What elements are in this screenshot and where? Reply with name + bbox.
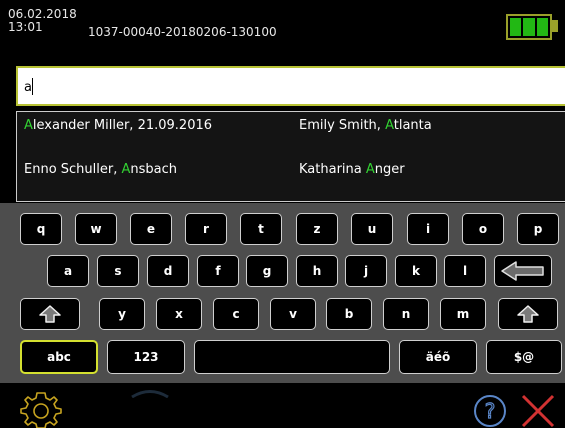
suggestion-suffix: lexander Miller, 21.09.2016: [32, 118, 213, 133]
search-input[interactable]: [24, 77, 544, 97]
symbols-key[interactable]: $@: [486, 340, 562, 374]
key-p[interactable]: p: [517, 213, 559, 245]
key-s[interactable]: s: [97, 255, 139, 287]
key-x[interactable]: x: [156, 298, 202, 330]
battery-tip: [552, 20, 558, 32]
key-i[interactable]: i: [407, 213, 449, 245]
close-icon[interactable]: [518, 393, 558, 428]
decorative-arc: [131, 390, 169, 398]
umlaut-key[interactable]: äéõ: [399, 340, 477, 374]
key-k[interactable]: k: [395, 255, 437, 287]
key-m[interactable]: m: [440, 298, 486, 330]
key-y[interactable]: y: [99, 298, 145, 330]
key-u[interactable]: u: [351, 213, 393, 245]
shift-icon: [517, 305, 539, 323]
battery-cell: [510, 18, 522, 36]
abc-key[interactable]: abc: [20, 340, 98, 374]
key-n[interactable]: n: [383, 298, 429, 330]
key-l[interactable]: l: [444, 255, 486, 287]
suggestion-suffix: tlanta: [393, 118, 432, 133]
suggestion-item[interactable]: Katharina Anger: [299, 162, 405, 177]
key-a[interactable]: a: [47, 255, 89, 287]
suggestion-item[interactable]: Enno Schuller, Ansbach: [24, 162, 177, 177]
key-j[interactable]: j: [345, 255, 387, 287]
key-f[interactable]: f: [197, 255, 239, 287]
help-icon[interactable]: ?: [472, 393, 508, 428]
key-w[interactable]: w: [75, 213, 117, 245]
record-id: 1037-00040-20180206-130100: [88, 25, 277, 39]
key-z[interactable]: z: [296, 213, 338, 245]
key-q[interactable]: q: [20, 213, 62, 245]
key-g[interactable]: g: [246, 255, 288, 287]
shift-icon: [39, 305, 61, 323]
space-key[interactable]: [194, 340, 390, 374]
status-bar: 06.02.2018 13:01 1037-00040-20180206-130…: [0, 0, 565, 52]
key-c[interactable]: c: [213, 298, 259, 330]
svg-text:?: ?: [485, 399, 496, 423]
suggestion-prefix: Emily Smith,: [299, 118, 386, 133]
suggestion-prefix: Katharina: [299, 162, 366, 177]
keyboard: q w e r t z u i o p a s d f g h j k l y …: [0, 203, 565, 383]
suggestion-item[interactable]: Emily Smith, Atlanta: [299, 118, 432, 133]
suggestion-match: A: [24, 118, 33, 133]
suggestion-prefix: Enno Schuller,: [24, 162, 122, 177]
battery-icon: [506, 14, 552, 40]
key-h[interactable]: h: [296, 255, 338, 287]
time-label: 13:01: [8, 20, 43, 34]
search-field[interactable]: [16, 66, 565, 106]
battery-cell: [536, 18, 548, 36]
numbers-key[interactable]: 123: [107, 340, 185, 374]
suggestion-item[interactable]: Alexander Miller, 21.09.2016: [24, 118, 212, 133]
key-e[interactable]: e: [130, 213, 172, 245]
suggestion-suffix: nsbach: [130, 162, 178, 177]
key-r[interactable]: r: [185, 213, 227, 245]
shift-key-right[interactable]: [498, 298, 558, 330]
suggestion-match: A: [365, 162, 375, 177]
key-v[interactable]: v: [270, 298, 316, 330]
date-time: 06.02.2018 13:01: [8, 8, 77, 34]
suggestion-match: A: [385, 118, 394, 133]
suggestion-list: Alexander Miller, 21.09.2016 Emily Smith…: [16, 111, 565, 202]
backspace-key[interactable]: [494, 255, 552, 287]
gear-icon[interactable]: [20, 390, 62, 428]
shift-key-left[interactable]: [20, 298, 80, 330]
key-t[interactable]: t: [240, 213, 282, 245]
key-o[interactable]: o: [462, 213, 504, 245]
battery-cell: [523, 18, 535, 36]
key-d[interactable]: d: [147, 255, 189, 287]
backspace-arrow-icon: [501, 261, 544, 281]
suggestion-suffix: nger: [374, 162, 405, 177]
key-b[interactable]: b: [326, 298, 372, 330]
text-caret: [32, 78, 33, 95]
